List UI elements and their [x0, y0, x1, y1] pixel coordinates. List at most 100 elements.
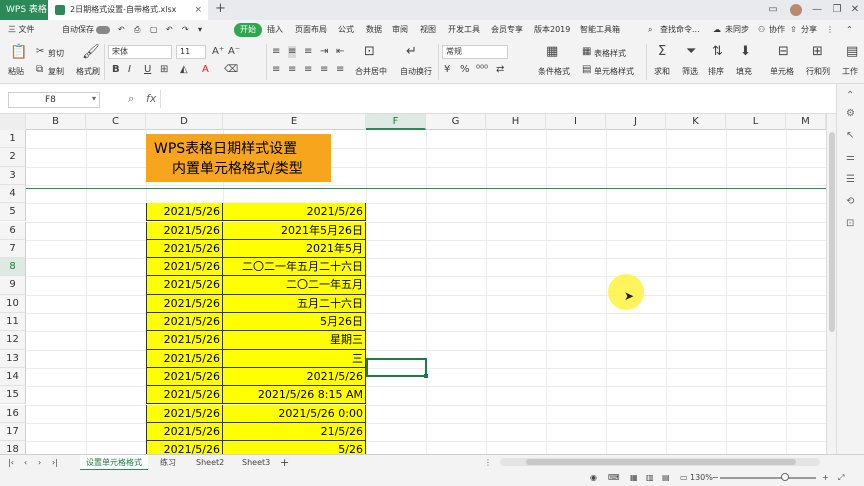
outdent-icon[interactable]: ⇤ [336, 46, 344, 58]
properties-icon[interactable]: ⚌ [846, 152, 855, 163]
row-header-18[interactable]: 18 [0, 441, 26, 454]
cell-e18[interactable]: 5/26 [223, 441, 366, 454]
underline-icon[interactable]: U [144, 64, 151, 76]
maximize-icon[interactable]: ❐ [828, 0, 846, 20]
cell-e17[interactable]: 21/5/26 [223, 422, 366, 442]
menu-item-formula[interactable]: 公式 [338, 20, 354, 40]
zoom-slider-knob[interactable] [781, 473, 789, 481]
crop-icon[interactable]: ⊡ [846, 218, 854, 229]
ime-icon[interactable]: ⌨ [608, 470, 620, 486]
sum-icon[interactable]: Σ [658, 45, 666, 58]
number-format-select[interactable]: 常规 [442, 45, 508, 59]
row-header-9[interactable]: 9 [0, 276, 26, 295]
column-header-d[interactable]: D [146, 114, 223, 130]
row-header-12[interactable]: 12 [0, 331, 26, 350]
reading-view-icon[interactable]: ▭ [680, 470, 688, 486]
menu-item-developer[interactable]: 开发工具 [448, 20, 480, 40]
name-box[interactable]: F8 [8, 92, 100, 108]
paste-icon[interactable]: 📋 [10, 45, 27, 59]
row-header-3[interactable]: 3 [0, 166, 26, 185]
collab-button[interactable]: 协作 [769, 20, 785, 40]
merge-icon[interactable]: ⊡ [364, 45, 375, 58]
style-icon[interactable]: ⚙ [846, 108, 855, 119]
copy-icon[interactable]: ⧉ [36, 64, 43, 76]
menu-item-insert[interactable]: 插入 [267, 20, 283, 40]
cell-icon[interactable]: ⊟ [778, 45, 789, 58]
horizontal-scrollbar[interactable] [500, 458, 820, 466]
cell-e12[interactable]: 星期三 [223, 331, 366, 350]
clear-format-icon[interactable]: ⌫ [224, 64, 238, 76]
cell-e7[interactable]: 2021年5月 [223, 239, 366, 259]
worksheet-button[interactable]: 工作 [842, 66, 858, 77]
first-sheet-icon[interactable]: |‹ [8, 455, 14, 471]
sliders-icon[interactable]: ☰ [846, 174, 855, 185]
paste-button[interactable]: 粘贴 [8, 66, 24, 77]
font-name-select[interactable]: 宋体 [108, 45, 172, 59]
cell-d11[interactable]: 2021/5/26 [146, 313, 223, 332]
active-cell-f8[interactable] [366, 358, 427, 377]
align-top-icon[interactable]: ≡ [272, 46, 280, 58]
row-col-button[interactable]: 行和列 [806, 66, 830, 77]
cell-e13[interactable]: 三 [223, 349, 366, 368]
cell-e5[interactable]: 2021/5/26 [223, 203, 366, 222]
spreadsheet-grid[interactable]: B C D E F G H I J K L M 1 2 3 4 5 6 7 8 9 10 11 12 1… [0, 114, 826, 454]
fill-color-icon[interactable]: ◭ [180, 64, 188, 76]
cell-d12[interactable]: 2021/5/26 [146, 331, 223, 350]
row-header-15[interactable]: 15 [0, 386, 26, 405]
cell-e10[interactable]: 五月二十六日 [223, 294, 366, 313]
add-sheet-button[interactable]: + [280, 455, 289, 471]
cell-e8[interactable]: 二〇二一年五月二十六日 [223, 258, 366, 277]
currency-icon[interactable]: ¥ [444, 64, 450, 76]
collapse-ribbon-icon[interactable]: ⌃ [846, 20, 853, 40]
row-header-7[interactable]: 7 [0, 239, 26, 259]
italic-icon[interactable]: I [128, 64, 131, 76]
row-header-4[interactable]: 4 [0, 184, 26, 204]
zoom-slider[interactable] [720, 477, 816, 479]
more-menu-icon[interactable]: ⋮ [826, 20, 834, 40]
row-header-16[interactable]: 16 [0, 404, 26, 423]
select-icon[interactable]: ↖ [846, 130, 854, 141]
prev-sheet-icon[interactable]: ‹ [24, 455, 27, 471]
fullscreen-icon[interactable]: ⤢ [838, 470, 844, 486]
row-header-1[interactable]: 1 [0, 130, 26, 149]
increase-font-icon[interactable]: A⁺ [212, 46, 224, 58]
cell-d5[interactable]: 2021/5/26 [146, 203, 223, 222]
font-color-icon[interactable]: A [202, 64, 209, 76]
app-name[interactable]: WPS 表格 [0, 0, 48, 20]
copy-button[interactable]: 复制 [48, 66, 64, 77]
collapse-panel-icon[interactable]: ⌃ [846, 90, 854, 101]
menu-item-version[interactable]: 版本2019 [534, 20, 570, 40]
row-header-6[interactable]: 6 [0, 221, 26, 240]
page-layout-view-icon[interactable]: ▤ [662, 470, 670, 486]
name-box-dropdown-icon[interactable]: ▾ [92, 94, 96, 103]
column-header-c[interactable]: C [86, 114, 146, 130]
sheet-tab-sheet3[interactable]: Sheet3 [242, 455, 270, 471]
vertical-scrollbar[interactable] [826, 114, 836, 454]
cell-e14[interactable]: 2021/5/26 [223, 367, 366, 387]
cell-e15[interactable]: 2021/5/26 8:15 AM [223, 386, 366, 405]
align-bottom-icon[interactable]: ≡ [304, 46, 312, 58]
more-icon[interactable]: ▾ [198, 20, 202, 40]
align-middle-icon[interactable]: ≡ [288, 46, 297, 58]
formula-input[interactable] [160, 90, 826, 108]
column-header-h[interactable]: H [486, 114, 546, 130]
row-header-10[interactable]: 10 [0, 294, 26, 313]
column-header-e[interactable]: E [223, 114, 366, 130]
new-tab-icon[interactable]: + [215, 1, 226, 16]
border-icon[interactable]: ⊞ [160, 64, 168, 76]
cell-d10[interactable]: 2021/5/26 [146, 294, 223, 313]
format-painter-button[interactable]: 格式刷 [76, 66, 100, 77]
filter-button[interactable]: 筛选 [682, 66, 698, 77]
eye-protect-icon[interactable]: ◉ [590, 470, 597, 486]
preview-icon[interactable]: ▢ [150, 20, 158, 40]
percent-icon[interactable]: % [460, 64, 470, 76]
justify-icon[interactable]: ≡ [320, 64, 328, 76]
cell-e6[interactable]: 2021年5月26日 [223, 221, 366, 240]
align-left-icon[interactable]: ≡ [272, 64, 280, 76]
sum-button[interactable]: 求和 [654, 66, 670, 77]
cell-e16[interactable]: 2021/5/26 0:00 [223, 404, 366, 423]
zoom-level[interactable]: 130% [690, 470, 713, 486]
cond-format-button[interactable]: 条件格式 [538, 66, 570, 77]
cell-d13[interactable]: 2021/5/26 [146, 349, 223, 368]
format-painter-icon[interactable]: 🖌 [82, 45, 100, 59]
